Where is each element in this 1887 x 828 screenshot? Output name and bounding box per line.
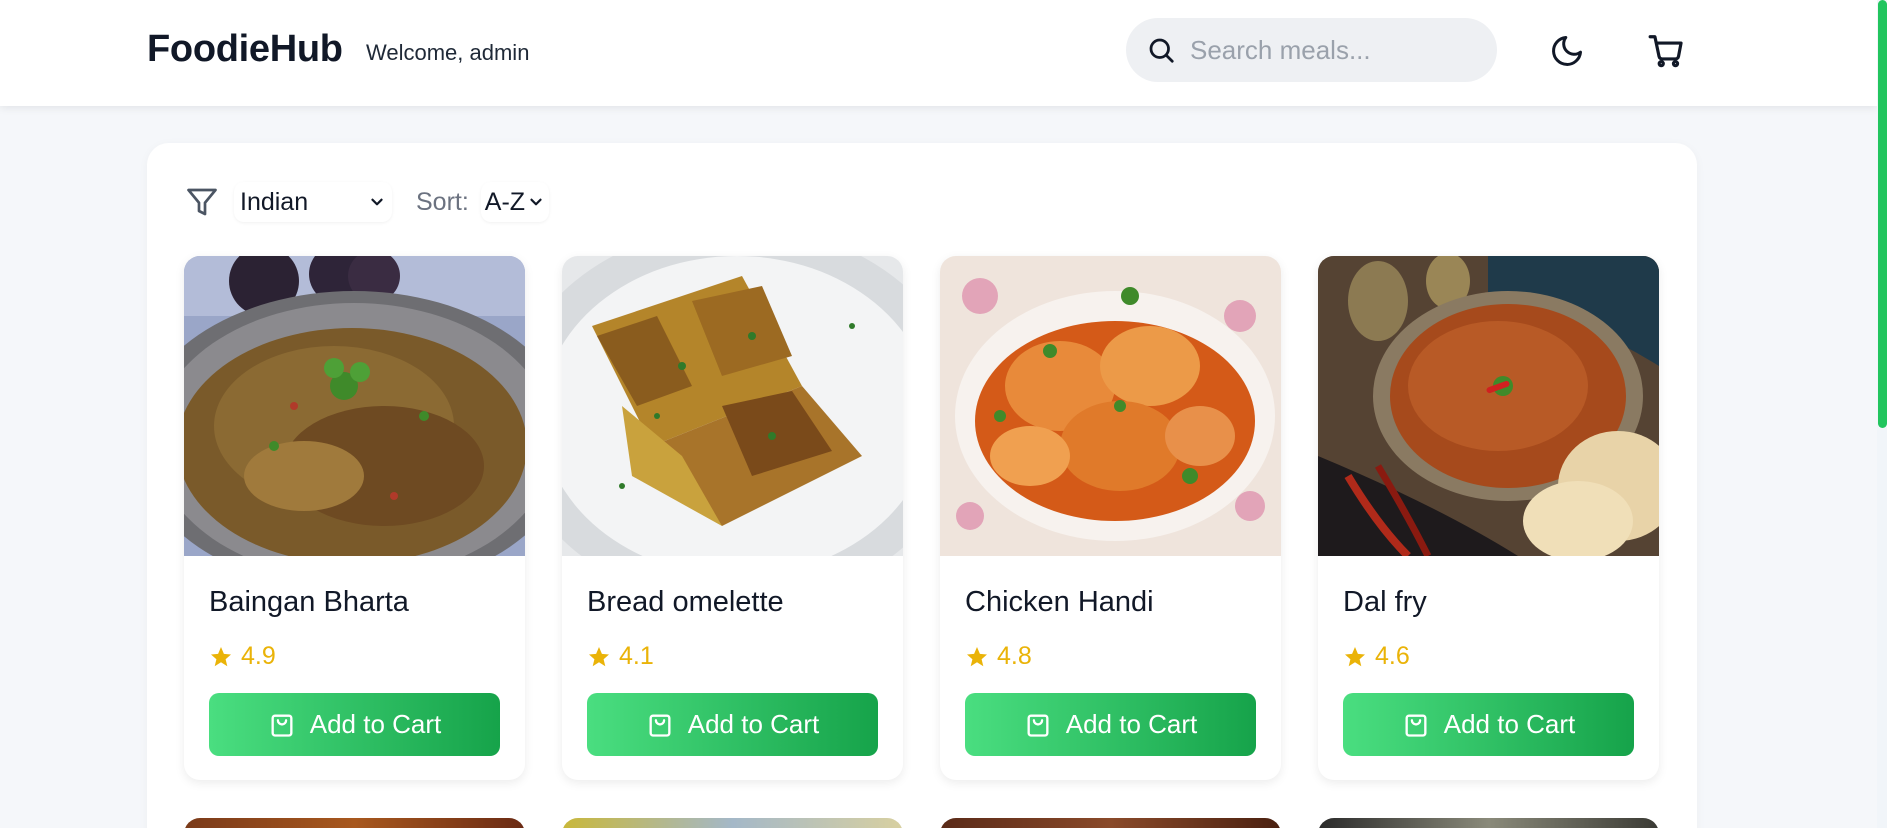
cart-icon — [1648, 35, 1683, 68]
add-to-cart-button[interactable]: Add to Cart — [965, 693, 1256, 756]
meal-rating-value: 4.9 — [241, 642, 276, 670]
meal-card[interactable]: Baingan Bharta 4.9 Add to Cart — [184, 256, 525, 780]
cart-button[interactable] — [1646, 31, 1686, 71]
add-to-cart-button[interactable]: Add to Cart — [209, 693, 500, 756]
add-to-cart-label: Add to Cart — [309, 709, 442, 739]
meal-rating: 4.6 — [1343, 642, 1410, 671]
shopping-bag-icon — [271, 714, 293, 737]
meal-name: Bread omelette — [587, 586, 784, 618]
meal-name: Baingan Bharta — [209, 586, 409, 618]
meal-image[interactable] — [1318, 256, 1659, 556]
meal-rating-value: 4.6 — [1375, 642, 1410, 670]
meal-card-partial[interactable] — [562, 818, 903, 828]
star-icon — [589, 646, 609, 666]
search-bar[interactable] — [1126, 18, 1497, 82]
chevron-down-icon — [371, 198, 383, 206]
welcome-text: Welcome, admin — [366, 40, 530, 65]
shopping-bag-icon — [1405, 714, 1427, 737]
top-navbar: FoodieHub Welcome, admin — [0, 0, 1877, 106]
meal-rating: 4.8 — [965, 642, 1032, 671]
meal-name: Chicken Handi — [965, 586, 1154, 618]
meal-card-partial[interactable] — [940, 818, 1281, 828]
add-to-cart-button[interactable]: Add to Cart — [587, 693, 878, 756]
add-to-cart-label: Add to Cart — [687, 709, 820, 739]
moon-icon — [1552, 36, 1582, 66]
meal-card-partial[interactable] — [184, 818, 525, 828]
sort-select[interactable]: A-Z — [481, 182, 549, 222]
cuisine-filter-value: Indian — [240, 187, 309, 216]
meal-rating-value: 4.1 — [619, 642, 654, 670]
search-icon — [1149, 38, 1174, 63]
page-scrollbar[interactable] — [1877, 0, 1887, 828]
meal-image[interactable] — [184, 256, 525, 556]
filter-bar: Indian Sort: A-Z — [184, 182, 549, 222]
sort-label: Sort: — [416, 187, 469, 216]
meal-rating-value: 4.8 — [997, 642, 1032, 670]
add-to-cart-label: Add to Cart — [1443, 709, 1576, 739]
star-icon — [211, 646, 231, 666]
sort-value: A-Z — [484, 187, 526, 216]
meal-image[interactable] — [562, 256, 903, 556]
cuisine-filter-select[interactable]: Indian — [234, 182, 392, 222]
add-to-cart-label: Add to Cart — [1065, 709, 1198, 739]
add-to-cart-button[interactable]: Add to Cart — [1343, 693, 1634, 756]
star-icon — [1345, 646, 1365, 666]
star-icon — [967, 646, 987, 666]
shopping-bag-icon — [649, 714, 671, 737]
meal-card[interactable]: Chicken Handi 4.8 Add to Cart — [940, 256, 1281, 780]
meal-name: Dal fry — [1343, 586, 1427, 618]
brand-logo[interactable]: FoodieHub — [147, 28, 343, 71]
theme-toggle-button[interactable] — [1547, 31, 1587, 71]
meal-card[interactable]: Dal fry 4.6 Add to Cart — [1318, 256, 1659, 780]
meal-rating: 4.1 — [587, 642, 654, 671]
shopping-bag-icon — [1027, 714, 1049, 737]
search-input[interactable] — [1190, 34, 1480, 66]
meal-card-partial[interactable] — [1318, 818, 1659, 828]
chevron-down-icon — [530, 198, 542, 206]
meal-rating: 4.9 — [209, 642, 276, 671]
filter-icon — [187, 188, 217, 216]
meal-card[interactable]: Bread omelette 4.1 Add to Cart — [562, 256, 903, 780]
meal-image[interactable] — [940, 256, 1281, 556]
scrollbar-thumb[interactable] — [1878, 0, 1887, 428]
